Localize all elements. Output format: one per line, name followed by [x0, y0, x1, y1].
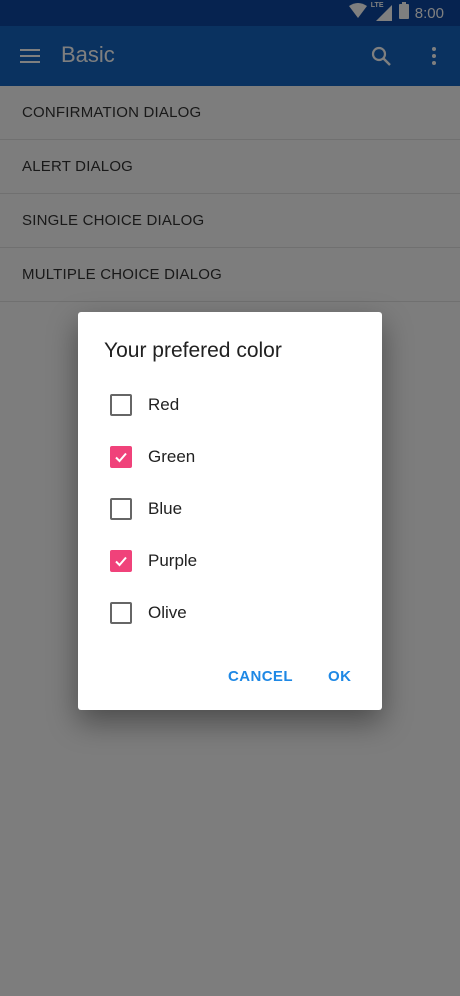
checkbox-icon[interactable] [110, 550, 132, 572]
multiple-choice-dialog: Your prefered color Red Green Blue Purpl… [78, 312, 382, 710]
option-purple[interactable]: Purple [98, 535, 362, 587]
option-label: Olive [148, 603, 187, 622]
checkbox-icon[interactable] [110, 394, 132, 416]
checkbox-icon[interactable] [110, 602, 132, 624]
checkbox-icon[interactable] [110, 498, 132, 520]
dialog-title: Your prefered color [104, 339, 282, 362]
option-label: Red [148, 395, 180, 414]
checkbox-icon[interactable] [110, 446, 132, 468]
option-olive[interactable]: Olive [98, 587, 362, 639]
option-label: Purple [148, 551, 198, 570]
option-label: Green [148, 447, 196, 466]
dialog-actions: CANCEL OK [78, 658, 382, 698]
option-red[interactable]: Red [98, 379, 362, 431]
option-blue[interactable]: Blue [98, 483, 362, 535]
ok-button[interactable]: OK [328, 658, 351, 694]
cancel-button[interactable]: CANCEL [228, 658, 293, 694]
option-label: Blue [148, 499, 183, 518]
option-green[interactable]: Green [98, 431, 362, 483]
